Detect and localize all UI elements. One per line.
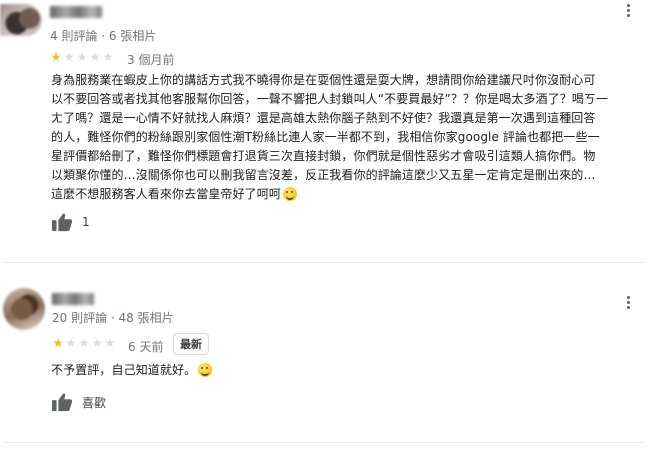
divider <box>4 262 644 263</box>
star-filled-icon: ★ <box>50 50 62 64</box>
review-card: 20 則評論 · 48 張相片 ★ ★ ★ ★ ★ 6 天前 最新 不予置評，自己知道就… <box>0 286 654 450</box>
star-empty-icon: ★ <box>65 336 77 350</box>
reviewer-name-redacted[interactable] <box>52 293 94 305</box>
star-empty-icon: ★ <box>102 50 114 64</box>
review-text: 身為服務業在蝦皮上你的講話方式我不曉得你是在耍個性還是耍大牌，想請問你給建議尺吋… <box>51 71 641 204</box>
star-empty-icon: ★ <box>91 336 103 350</box>
review-text-line: 的人，難怪你們的粉絲跟別家個性潮T粉絲比連人家一半都不到，我相信你家google… <box>51 130 600 144</box>
review-text-line: 這麼不想服務客人看來你去當皇帝好了呵呵 <box>51 187 281 201</box>
star-filled-icon: ★ <box>52 336 64 350</box>
star-empty-icon: ★ <box>78 336 90 350</box>
more-options-button[interactable] <box>618 0 638 20</box>
review-card: 4 則評論 · 6 張相片 ★ ★ ★ ★ ★ 3 個月前 身為服務業在蝦皮上你的講話方… <box>0 0 654 262</box>
like-label: 喜歡 <box>82 395 107 410</box>
more-options-button[interactable] <box>618 292 638 312</box>
review-text-line: 以類聚你懂的…沒關係你也可以刪我留言沒差，反正我看你的評論這麼少又五星一定肯定是… <box>51 168 596 182</box>
review-text-line: ㄤ了嗎？還是一心情不好就找人麻煩？還是高雄太熱你腦子熱到不好使？我還真是第一次遇… <box>51 111 596 125</box>
thumbs-up-icon <box>52 213 73 232</box>
thumbs-up-icon <box>52 393 73 412</box>
review-text: 不予置評，自己知道就好。 <box>51 361 641 380</box>
like-count: 1 <box>82 215 90 229</box>
review-text-last-line: 這麼不想服務客人看來你去當皇帝好了呵呵 <box>51 185 641 204</box>
reviewer-meta: 4 則評論 · 6 張相片 <box>50 29 157 43</box>
grinning-sweat-emoji <box>282 187 297 201</box>
star-rating: ★ ★ ★ ★ ★ <box>52 337 116 349</box>
like-button[interactable]: 1 <box>51 212 90 232</box>
review-text-line: 身為服務業在蝦皮上你的講話方式我不曉得你是在耍個性還是耍大牌，想請問你給建議尺吋… <box>51 73 596 87</box>
review-text-line: 不予置評，自己知道就好。 <box>51 363 197 377</box>
review-text-last-line: 不予置評，自己知道就好。 <box>51 361 641 380</box>
reviews-panel: 4 則評論 · 6 張相片 ★ ★ ★ ★ ★ 3 個月前 身為服務業在蝦皮上你的講話方… <box>0 0 654 450</box>
star-rating: ★ ★ ★ ★ ★ <box>50 51 114 63</box>
review-time: 3 個月前 <box>127 53 175 67</box>
reviewer-meta: 20 則評論 · 48 張相片 <box>52 311 174 325</box>
reviewer-avatar[interactable] <box>3 288 45 330</box>
reviewer-name-redacted[interactable] <box>50 6 102 18</box>
like-button[interactable]: 喜歡 <box>51 392 106 412</box>
review-text-line: 以不要回答或者找其他客服幫你回答，一聲不響把人封鎖叫人“不要買最好”？？你是喝太… <box>51 92 609 106</box>
more-vert-icon <box>626 3 630 17</box>
reviewer-avatar[interactable] <box>0 4 42 36</box>
divider <box>4 442 644 443</box>
review-time: 6 天前 <box>128 340 164 354</box>
star-empty-icon: ★ <box>76 50 88 64</box>
star-empty-icon: ★ <box>89 50 101 64</box>
smiling-emoji <box>198 363 213 377</box>
new-badge: 最新 <box>173 333 209 355</box>
star-empty-icon: ★ <box>63 50 75 64</box>
more-vert-icon <box>626 295 630 309</box>
star-empty-icon: ★ <box>104 336 116 350</box>
review-text-line: 星評價都給刪了，難怪你們標題會打退貨三次直接封鎖，你們就是個性惡劣才會吸引這類人… <box>51 149 596 163</box>
